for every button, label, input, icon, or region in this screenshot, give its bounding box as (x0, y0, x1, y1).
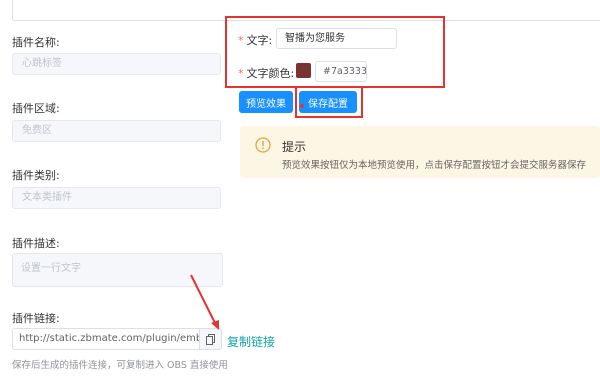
color-swatch[interactable] (296, 63, 311, 78)
plugin-desc-label: 插件描述: (12, 237, 60, 250)
copy-icon (206, 333, 215, 345)
copy-link-text[interactable]: 复制链接 (227, 333, 275, 350)
color-input[interactable]: #7a3333 (315, 61, 367, 82)
annotation-arrow (190, 274, 219, 330)
plugin-type-field[interactable]: 文本类插件 (12, 187, 221, 209)
preview-button[interactable]: 预览效果 (239, 91, 293, 113)
text-label: * 文字: (238, 34, 273, 47)
plugin-link-label: 插件链接: (12, 312, 60, 325)
info-icon (255, 137, 271, 153)
text-color-label: * 文字颜色: (238, 67, 295, 80)
plugin-link-hint: 保存后生成的插件连接，可复制进入 OBS 直接使用 (12, 360, 228, 371)
save-highlight-box (295, 86, 363, 118)
plugin-link-input[interactable]: http://static.zbmate.com/plugin/embed/8( (12, 328, 199, 350)
plugin-region-label: 插件区域: (12, 102, 60, 115)
plugin-type-label: 插件类别: (12, 169, 60, 182)
plugin-name-label: 插件名称: (12, 36, 60, 49)
plugin-name-field[interactable]: 心跳标签 (12, 53, 221, 75)
notice-text: 预览效果按钮仅为本地预览使用，点击保存配置按钮才会提交服务器保存 (282, 160, 587, 171)
text-input[interactable]: 智播为您服务 (276, 28, 397, 49)
annotation-dot (300, 104, 304, 108)
plugin-region-field[interactable]: 免费区 (12, 120, 221, 142)
notice-title: 提示 (282, 140, 307, 154)
